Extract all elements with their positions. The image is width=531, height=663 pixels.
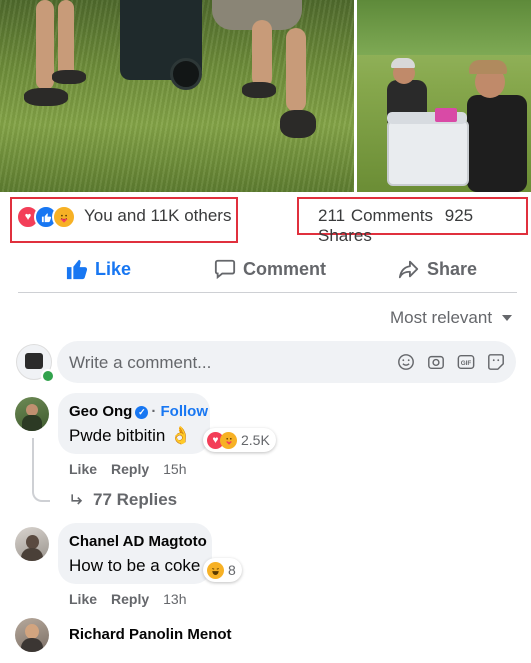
- reaction-count: 2.5K: [241, 432, 270, 448]
- sort-label: Most relevant: [390, 308, 493, 327]
- comment-sort-dropdown[interactable]: Most relevant: [390, 308, 513, 328]
- person-image: [467, 95, 527, 192]
- comment-author[interactable]: Geo Ong: [69, 403, 132, 420]
- comment-like-link[interactable]: Like: [69, 461, 97, 477]
- avatar[interactable]: [15, 527, 49, 561]
- cap-image: [469, 60, 507, 74]
- sandal-image: [52, 70, 86, 84]
- comments-shares-count[interactable]: 211 Comments 925 Shares: [318, 206, 531, 246]
- care-icon: [52, 205, 76, 229]
- cooler-wheel: [170, 58, 202, 90]
- comment-reactions[interactable]: 8: [203, 558, 242, 582]
- sandal-image: [24, 88, 68, 106]
- comment-placeholder: Write a comment...: [69, 353, 212, 372]
- follow-button[interactable]: Follow: [161, 403, 209, 420]
- trees-background: [357, 0, 531, 55]
- comment-text-line: Pwde bitbitin 👌: [69, 426, 191, 446]
- avatar[interactable]: [15, 397, 49, 431]
- leg-image: [286, 28, 306, 112]
- comment-time[interactable]: 13h: [163, 591, 186, 607]
- avatar[interactable]: [15, 618, 49, 652]
- comment-reply-link[interactable]: Reply: [111, 461, 149, 477]
- comment-like-link[interactable]: Like: [69, 591, 97, 607]
- leg-image: [252, 20, 272, 88]
- comments-count[interactable]: 211 Comments: [318, 206, 433, 225]
- care-icon: [220, 431, 237, 449]
- comment-input[interactable]: Write a comment... GIF: [57, 341, 516, 383]
- sandal-image: [242, 82, 276, 98]
- comment-icon: [214, 259, 236, 280]
- leg-image: [58, 0, 74, 80]
- comment-author-line: Geo Ong ✓ · Follow: [69, 403, 209, 420]
- comment-author[interactable]: Chanel AD Magtoto: [69, 533, 207, 550]
- reaction-icons[interactable]: ♥: [16, 205, 78, 229]
- post-photos[interactable]: [0, 0, 531, 192]
- post-photo-left[interactable]: [0, 0, 354, 192]
- verified-badge-icon: ✓: [135, 406, 149, 419]
- gif-text: GIF: [461, 360, 472, 367]
- comment-reactions[interactable]: ♥ 2.5K: [203, 428, 276, 452]
- emoji-icon[interactable]: [396, 352, 416, 372]
- like-label: Like: [95, 258, 132, 279]
- post-action-bar: Like Comment Share: [18, 250, 517, 293]
- thread-line: [32, 438, 50, 502]
- comment-bubble[interactable]: Geo Ong ✓ · Follow Pwde bitbitin 👌: [58, 393, 210, 454]
- cooler-avatar-image: [25, 353, 43, 369]
- haha-icon: [207, 561, 224, 579]
- thumbs-up-icon: [66, 259, 88, 280]
- chevron-down-icon: [502, 315, 513, 321]
- ok-hand-emoji: 👌: [170, 426, 192, 445]
- like-button[interactable]: Like: [66, 258, 131, 280]
- reaction-count: 8: [228, 562, 236, 578]
- reactions-summary-row: ♥ You and 11K others 211 Comments 925 Sh…: [0, 196, 531, 246]
- comment-time[interactable]: 15h: [163, 461, 186, 477]
- replies-count: 77 Replies: [93, 490, 178, 509]
- comment-button[interactable]: Comment: [214, 258, 326, 280]
- comment-label: Comment: [243, 258, 327, 279]
- comment-meta: Like Reply 15h: [69, 461, 187, 477]
- share-button[interactable]: Share: [398, 258, 477, 280]
- comment-reply-link[interactable]: Reply: [111, 591, 149, 607]
- comment-bubble[interactable]: Chanel AD Magtoto How to be a coke: [58, 523, 212, 584]
- comment-text: How to be a coke: [69, 556, 201, 575]
- comment-author[interactable]: Richard Panolin Menot: [69, 626, 232, 643]
- cap-image: [391, 58, 415, 68]
- composer-icons: GIF: [396, 352, 506, 372]
- sticker-icon[interactable]: [486, 352, 506, 372]
- post-photo-right[interactable]: [357, 0, 531, 192]
- share-icon: [398, 260, 419, 279]
- avatar[interactable]: [16, 344, 55, 383]
- reply-arrow-icon: [71, 494, 83, 505]
- camera-icon[interactable]: [426, 352, 446, 372]
- reaction-summary-text[interactable]: You and 11K others: [84, 206, 231, 226]
- cooler-image: [387, 112, 469, 186]
- comment-text: Pwde bitbitin: [69, 426, 166, 445]
- gif-icon[interactable]: GIF: [456, 352, 476, 372]
- sandal-image: [280, 110, 316, 138]
- comment-meta: Like Reply 13h: [69, 591, 187, 607]
- online-status-dot: [41, 369, 55, 383]
- view-replies-link[interactable]: 77 Replies: [69, 490, 177, 510]
- pink-box-image: [435, 108, 457, 122]
- share-label: Share: [427, 258, 478, 279]
